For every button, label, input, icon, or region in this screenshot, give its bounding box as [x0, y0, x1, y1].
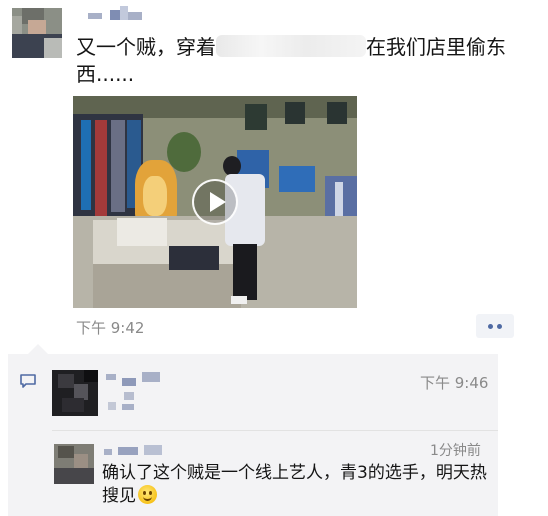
play-icon	[210, 192, 226, 212]
commenter-1-avatar[interactable]	[52, 370, 98, 416]
post-author-name-redacted[interactable]	[78, 6, 148, 26]
video-thumbnail[interactable]	[73, 96, 357, 308]
comment-icon	[20, 374, 36, 388]
post-author-avatar[interactable]	[12, 8, 62, 58]
commenter-1-name-redacted[interactable]	[104, 372, 176, 420]
more-dots-icon	[497, 324, 502, 329]
play-button[interactable]	[192, 179, 238, 225]
more-options-button[interactable]	[476, 314, 514, 338]
post-text-part1: 又一个贼，穿着	[76, 35, 216, 59]
comment-divider	[52, 430, 498, 431]
commenter-2-name-redacted[interactable]	[104, 441, 168, 457]
post-timestamp: 下午 9:42	[76, 319, 145, 337]
comment-2-text-body: 确认了这个贼是一个线上艺人，青3的选手，明天热搜见	[102, 463, 487, 506]
comment-area-caret	[28, 344, 48, 354]
commenter-2-avatar[interactable]	[54, 444, 94, 484]
comment-2-text: 确认了这个贼是一个线上艺人，青3的选手，明天热搜见	[102, 462, 494, 508]
more-dots-icon	[488, 324, 493, 329]
post-text: 又一个贼，穿着 在我们店里偷东西......	[76, 34, 516, 88]
comment-1-timestamp: 下午 9:46	[420, 374, 489, 392]
comment-2-timestamp: 1分钟前	[430, 443, 481, 459]
censored-text-block	[216, 35, 366, 57]
smile-emoji-icon	[138, 485, 157, 504]
